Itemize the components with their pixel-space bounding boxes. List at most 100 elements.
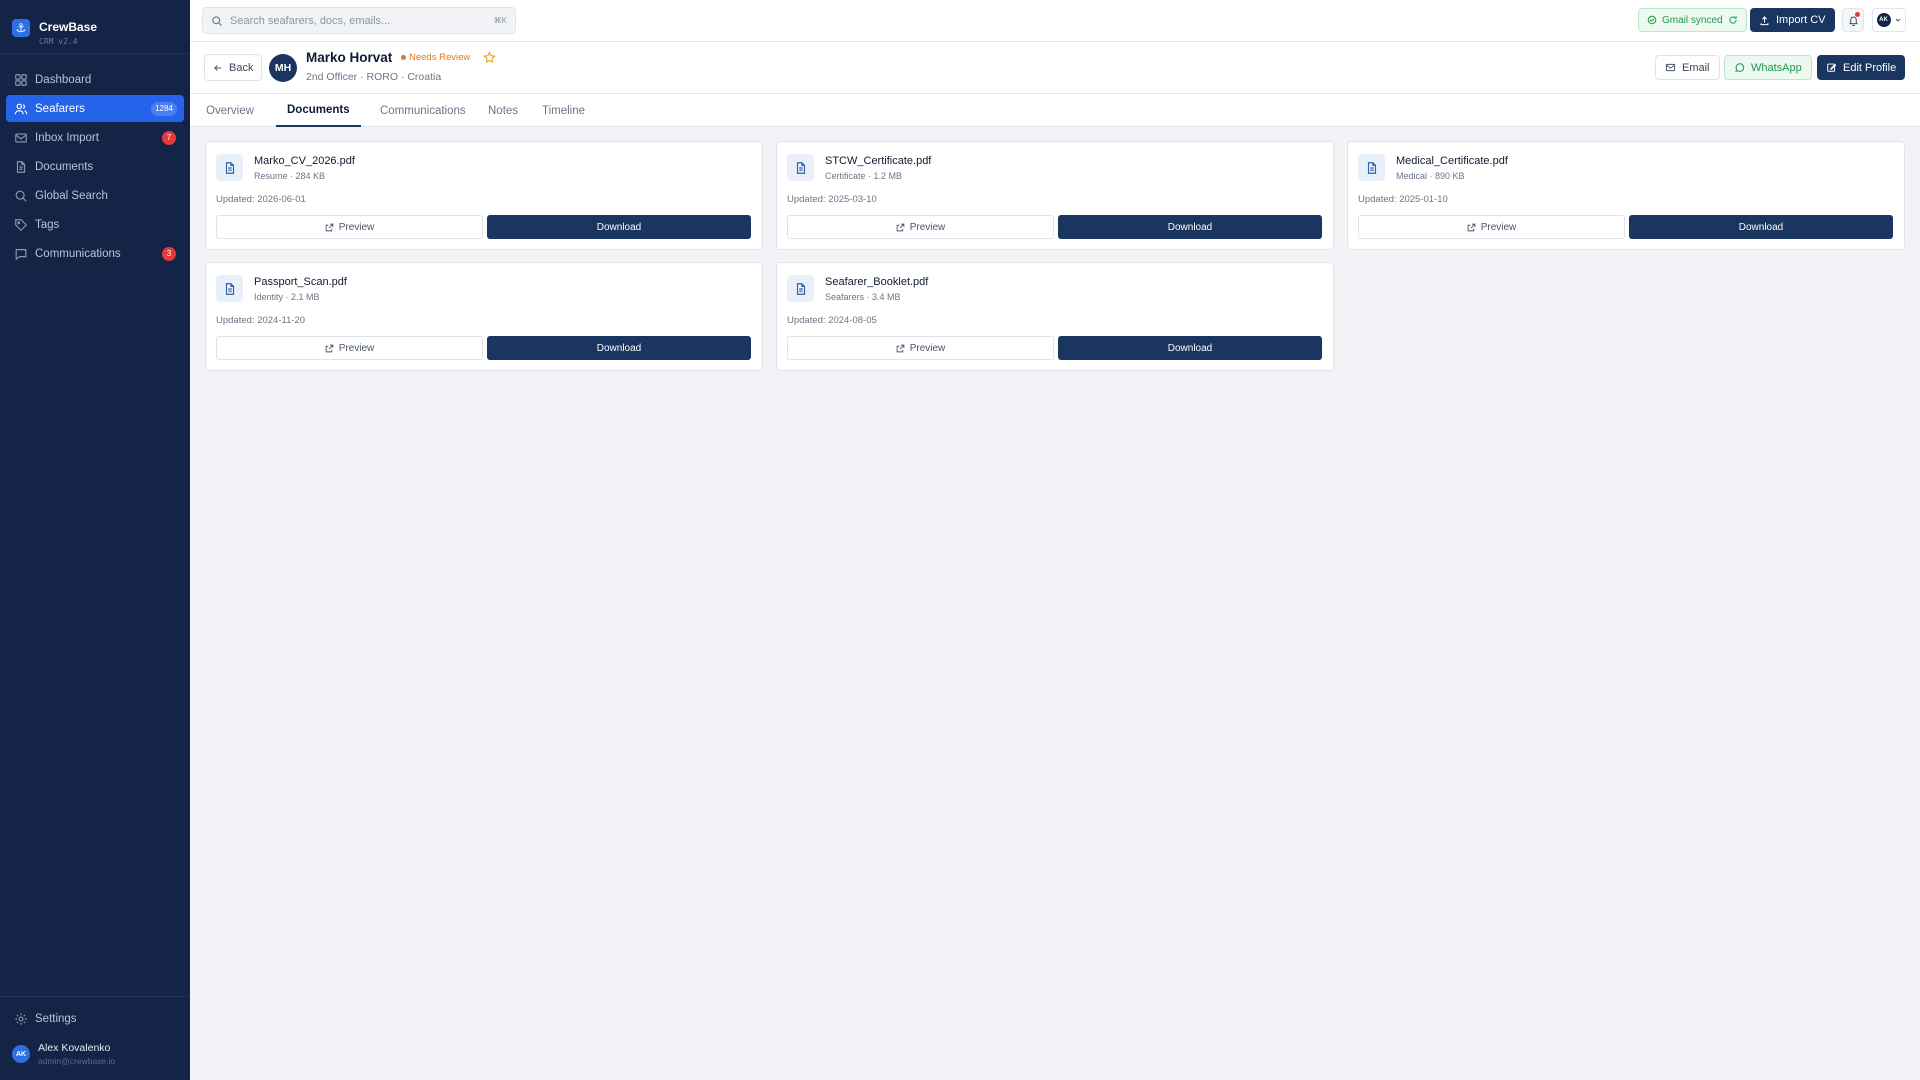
sidebar-item-label: Settings [35, 1012, 77, 1025]
tab-notes[interactable]: Notes [477, 94, 529, 127]
preview-button[interactable]: Preview [787, 215, 1054, 239]
arrow-left-icon [214, 64, 222, 71]
search-icon [212, 15, 222, 26]
whatsapp-icon [1735, 63, 1745, 72]
sidebar-item-communications[interactable]: Communications 3 [6, 240, 184, 267]
external-link-icon [325, 223, 334, 231]
sidebar: ⚓ CrewBase CRM v2.4 Dashboard Seafarers … [0, 0, 190, 1080]
sidebar-item-tags[interactable]: Tags [6, 211, 184, 238]
document-icon [1358, 154, 1385, 181]
sidebar-item-seafarers[interactable]: Seafarers 1284 [6, 95, 184, 122]
top-bar: Search seafarers, docs, emails... ⌘K Gma… [190, 0, 1920, 42]
account-menu[interactable]: AK [1872, 8, 1906, 32]
document-card: STCW_Certificate.pdf Certificate · 1.2 M… [776, 141, 1334, 250]
seafarer-subtitle: 2nd Officer · RORO · Croatia [306, 71, 442, 83]
preview-button[interactable]: Preview [216, 215, 483, 239]
document-updated: Updated: 2025-01-10 [1358, 194, 1448, 205]
preview-button[interactable]: Preview [216, 336, 483, 360]
document-icon [787, 154, 814, 181]
status-label: Needs Review [409, 52, 471, 63]
user-profile[interactable]: AK Alex Kovalenko admin@crewbase.io [6, 1034, 184, 1066]
tab-documents[interactable]: Documents [276, 94, 361, 127]
edit-icon [1827, 63, 1837, 72]
document-icon [216, 154, 243, 181]
tab-communications[interactable]: Communications [369, 94, 477, 127]
tag-icon [14, 218, 28, 232]
alert-badge: 7 [162, 130, 176, 145]
document-icon [216, 275, 243, 302]
sidebar-item-label: Inbox Import [35, 131, 99, 144]
document-card: Passport_Scan.pdf Identity · 2.1 MB Upda… [205, 262, 763, 371]
download-button[interactable]: Download [487, 336, 751, 360]
sidebar-item-label: Documents [35, 160, 94, 173]
gmail-status-label: Gmail synced [1662, 14, 1723, 26]
star-icon[interactable] [483, 51, 496, 64]
status-badge: Needs Review [401, 52, 470, 63]
preview-label: Preview [909, 221, 946, 233]
notifications-button[interactable] [1842, 8, 1864, 32]
avatar: AK [1876, 13, 1891, 27]
avatar: AK [12, 1045, 30, 1063]
import-cv-button[interactable]: Import CV [1750, 8, 1835, 32]
download-button[interactable]: Download [1058, 336, 1322, 360]
file-icon [14, 160, 28, 174]
alert-badge: 3 [162, 246, 176, 261]
external-link-icon [896, 223, 905, 231]
count-badge: 1284 [151, 101, 177, 116]
document-name: Marko_CV_2026.pdf [254, 155, 355, 167]
whatsapp-button[interactable]: WhatsApp [1724, 55, 1812, 80]
edit-profile-label: Edit Profile [1843, 61, 1897, 74]
avatar: MH [269, 54, 297, 82]
document-card: Marko_CV_2026.pdf Resume · 284 KB Update… [205, 141, 763, 250]
tab-overview[interactable]: Overview [195, 94, 265, 127]
external-link-icon [896, 344, 905, 352]
document-updated: Updated: 2024-11-20 [216, 315, 306, 326]
download-button[interactable]: Download [1058, 215, 1322, 239]
document-card: Medical_Certificate.pdf Medical · 890 KB… [1347, 141, 1905, 250]
search-shortcut: ⌘K [493, 16, 507, 25]
refresh-icon [1728, 16, 1737, 24]
gmail-sync-status[interactable]: Gmail synced [1638, 8, 1747, 32]
download-button[interactable]: Download [1629, 215, 1893, 239]
import-cv-label: Import CV [1776, 14, 1826, 26]
profile-tabs: Overview Documents Communications Notes … [190, 94, 1920, 127]
sidebar-item-documents[interactable]: Documents [6, 153, 184, 180]
document-updated: Updated: 2025-03-10 [787, 194, 877, 205]
check-circle-icon [1647, 15, 1657, 25]
sidebar-item-label: Global Search [35, 189, 108, 202]
sidebar-item-inbox-import[interactable]: Inbox Import 7 [6, 124, 184, 151]
seafarer-name: Marko Horvat [306, 50, 393, 65]
sidebar-item-settings[interactable]: Settings [6, 1005, 184, 1032]
download-button[interactable]: Download [487, 215, 751, 239]
document-meta: Medical · 890 KB [1396, 171, 1465, 181]
anchor-icon: ⚓ [12, 18, 30, 37]
preview-label: Preview [909, 342, 946, 354]
tab-timeline[interactable]: Timeline [531, 94, 596, 127]
sidebar-item-dashboard[interactable]: Dashboard [6, 66, 184, 93]
users-icon [14, 102, 28, 116]
brand[interactable]: ⚓ CrewBase CRM v2.4 [0, 0, 190, 54]
email-button[interactable]: Email [1655, 55, 1720, 80]
chevron-down-icon [1895, 18, 1900, 22]
back-button[interactable]: Back [204, 54, 263, 81]
dashboard-icon [14, 73, 28, 87]
sidebar-item-label: Seafarers [35, 102, 85, 115]
status-dot [401, 55, 406, 60]
upload-icon [1760, 15, 1769, 25]
preview-label: Preview [338, 221, 375, 233]
document-card: Seafarer_Booklet.pdf Seafarers · 3.4 MB … [776, 262, 1334, 371]
external-link-icon [325, 344, 334, 352]
document-icon [787, 275, 814, 302]
document-name: Seafarer_Booklet.pdf [825, 276, 929, 288]
search-input[interactable]: Search seafarers, docs, emails... ⌘K [202, 7, 516, 34]
preview-button[interactable]: Preview [787, 336, 1054, 360]
search-placeholder: Search seafarers, docs, emails... [230, 14, 391, 27]
preview-button[interactable]: Preview [1358, 215, 1625, 239]
brand-name: CrewBase [39, 19, 98, 34]
brand-version: CRM v2.4 [39, 36, 78, 46]
sidebar-item-global-search[interactable]: Global Search [6, 182, 184, 209]
document-meta: Certificate · 1.2 MB [825, 171, 903, 181]
edit-profile-button[interactable]: Edit Profile [1817, 55, 1906, 80]
document-name: Passport_Scan.pdf [254, 276, 347, 288]
sidebar-item-label: Tags [35, 218, 60, 231]
